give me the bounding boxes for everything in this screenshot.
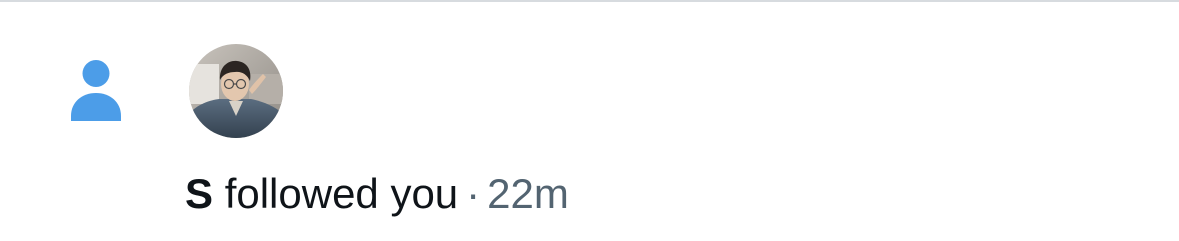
timestamp: 22m bbox=[487, 170, 569, 217]
notification-text: S followed you · 22m bbox=[185, 167, 569, 221]
separator-dot: · bbox=[466, 170, 481, 217]
person-icon bbox=[70, 59, 122, 121]
username[interactable]: S bbox=[185, 170, 213, 217]
avatar[interactable] bbox=[189, 44, 283, 138]
action-text: followed you bbox=[224, 170, 459, 217]
follow-notification[interactable]: S followed you · 22m bbox=[0, 2, 1179, 241]
